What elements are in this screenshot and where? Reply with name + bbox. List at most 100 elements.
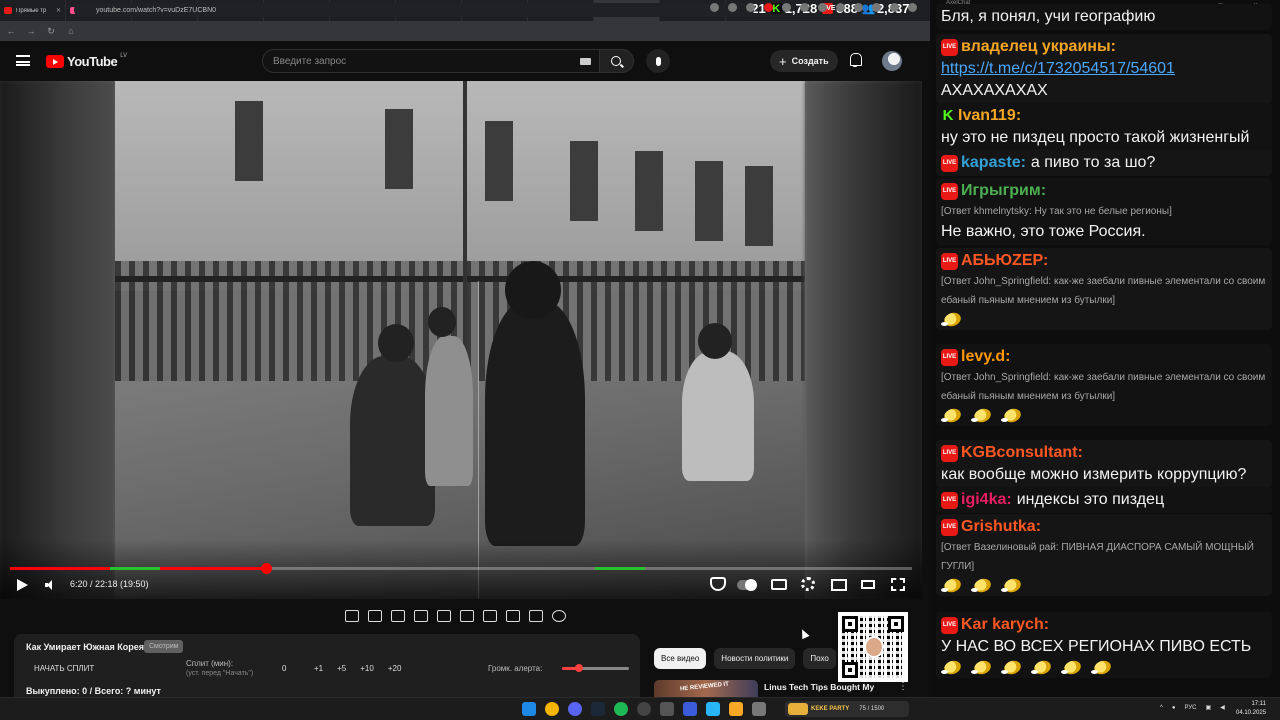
chat-nick[interactable]: Grishutka: — [961, 516, 1041, 538]
forward-icon[interactable]: → — [26, 26, 36, 36]
voice-search-button[interactable] — [646, 49, 670, 73]
split-buttons: +1 +5 +10 +20 — [314, 664, 401, 673]
progress-bar[interactable] — [10, 563, 912, 574]
chat-nick[interactable]: KGBconsultant: — [961, 442, 1083, 464]
tab-favicon-icon — [4, 7, 12, 14]
chat-nick[interactable]: Ivan119: — [958, 105, 1021, 127]
extension-icon[interactable] — [872, 3, 881, 12]
settings-gear-icon[interactable] — [552, 610, 566, 622]
speedometer-icon[interactable] — [483, 610, 497, 622]
chat-message-line: LIVE АБЬЮZЕР: — [941, 250, 1267, 272]
youtube-logo[interactable]: YouTube LV — [46, 53, 127, 69]
search-button[interactable] — [600, 49, 634, 73]
clock[interactable]: 17:11 04.10.2025 — [1236, 700, 1266, 718]
add-5-button[interactable]: +5 — [337, 664, 346, 673]
browser-tab[interactable]: Прямые тр ✕ — [0, 0, 66, 21]
chat-nick[interactable]: levy.d: — [961, 346, 1011, 368]
add-icon[interactable] — [506, 610, 520, 622]
extension-icon[interactable] — [854, 3, 863, 12]
qr-finder — [842, 662, 858, 678]
app-icon[interactable] — [752, 702, 766, 716]
clock-date: 04.10.2025 — [1236, 710, 1267, 716]
play-icon[interactable] — [17, 579, 28, 591]
language-indicator[interactable]: РУС — [1184, 705, 1196, 711]
kick-taskbar-widget[interactable]: KEKE PARTY 75 / 1500 — [785, 701, 909, 717]
chevron-up-icon[interactable]: ^ — [1160, 705, 1163, 711]
volume-icon[interactable] — [45, 580, 55, 590]
autoplay-toggle[interactable] — [737, 579, 757, 591]
address-bar-row: ← → ↻ ⌂ — [0, 21, 930, 41]
split-hint: (уст. перед "Начать") — [186, 670, 254, 677]
notifications-bell-icon[interactable] — [849, 53, 862, 67]
extension-icon[interactable] — [764, 3, 773, 12]
extension-icon[interactable] — [818, 3, 827, 12]
folder-icon[interactable] — [729, 702, 743, 716]
chip-all-videos[interactable]: Все видео — [654, 648, 707, 669]
microphone-icon[interactable]: ● — [1172, 705, 1176, 711]
fullscreen-icon[interactable] — [891, 578, 905, 591]
account-avatar[interactable] — [882, 51, 902, 71]
sponsorblock-icon[interactable] — [710, 577, 726, 591]
profile-icon[interactable] — [890, 3, 899, 12]
chip-politics-news[interactable]: Новости политики — [714, 648, 796, 669]
start-split-button[interactable]: НАЧАТЬ СПЛИТ — [34, 664, 94, 673]
chip-similar[interactable]: Похо — [803, 648, 836, 669]
create-button[interactable]: + Создать — [770, 50, 838, 72]
add-20-button[interactable]: +20 — [388, 664, 402, 673]
zoom-icon[interactable] — [728, 3, 737, 12]
obs-icon[interactable] — [637, 702, 651, 716]
more-options-icon[interactable]: ⋮ — [898, 681, 908, 692]
extension-icon[interactable] — [782, 3, 791, 12]
back-icon[interactable]: ← — [6, 26, 16, 36]
chat-nick[interactable]: Игрыгрим: — [961, 180, 1046, 202]
windows-start-icon[interactable] — [522, 702, 536, 716]
screenshot-icon[interactable] — [529, 610, 543, 622]
app-icon[interactable] — [660, 702, 674, 716]
related-video-title[interactable]: Linus Tech Tips Bought My — [764, 682, 874, 692]
subtitles-icon[interactable] — [771, 579, 787, 590]
tab-close-icon[interactable]: ✕ — [56, 7, 61, 14]
settings-gear-icon[interactable] — [801, 577, 815, 591]
chat-message: LIVE kapaste: а пиво то за шо? — [936, 150, 1272, 176]
video-player[interactable]: 6:20 / 22:18 (19:50) — [0, 81, 922, 599]
theater-mode-icon[interactable] — [861, 580, 875, 589]
keyboard-icon[interactable] — [580, 58, 591, 65]
chat-nick[interactable]: владелец украины: — [961, 36, 1116, 58]
app-icon[interactable] — [683, 702, 697, 716]
alert-volume-slider[interactable] — [562, 664, 629, 672]
url-field[interactable]: youtube.com/watch?v=vuDzE7UCBN0 — [74, 3, 754, 17]
chat-link[interactable]: https://t.me/c/1732054517/54601 — [941, 58, 1175, 80]
steam-icon[interactable] — [591, 702, 605, 716]
telegram-icon[interactable] — [706, 702, 720, 716]
audio-icon[interactable] — [368, 610, 382, 622]
search-input[interactable]: Введите запрос — [262, 49, 600, 73]
spotify-icon[interactable] — [614, 702, 628, 716]
chrome-icon[interactable] — [545, 702, 559, 716]
menu-icon[interactable] — [908, 3, 917, 12]
chat-nick[interactable]: igi4ka: — [961, 489, 1012, 511]
network-icon[interactable]: ▣ — [1205, 704, 1211, 711]
chat-nick[interactable]: АБЬЮZЕР: — [961, 250, 1048, 272]
speaker-icon[interactable]: ◀ — [1220, 704, 1225, 711]
extension-icon[interactable] — [800, 3, 809, 12]
playlist-icon[interactable] — [460, 610, 474, 622]
chat-text: У НАС ВО ВСЕХ РЕГИОНАХ ПИВО ЕСТЬ — [941, 638, 1252, 655]
chat-nick[interactable]: kapaste: — [961, 152, 1026, 174]
bookmark-star-icon[interactable] — [746, 3, 755, 12]
add-1-button[interactable]: +1 — [314, 664, 323, 673]
reload-icon[interactable]: ↻ — [46, 26, 56, 37]
cinema-icon[interactable] — [414, 610, 428, 622]
alert-volume-knob[interactable] — [574, 664, 583, 672]
miniplayer-icon[interactable] — [831, 579, 847, 591]
extension-icon[interactable] — [710, 3, 719, 12]
home-icon[interactable]: ⌂ — [66, 26, 76, 36]
add-10-button[interactable]: +10 — [360, 664, 374, 673]
download-icon[interactable] — [836, 3, 845, 12]
chat-nick[interactable]: Kar karych: — [961, 614, 1049, 636]
hamburger-menu-icon[interactable] — [16, 55, 30, 66]
aspect-icon[interactable] — [437, 610, 451, 622]
speed-icon[interactable] — [391, 610, 405, 622]
chat-message: LIVE АБЬЮZЕР: [Ответ John_Springfield: как… — [936, 248, 1272, 330]
discord-icon[interactable] — [568, 702, 582, 716]
loop-icon[interactable] — [345, 610, 359, 622]
